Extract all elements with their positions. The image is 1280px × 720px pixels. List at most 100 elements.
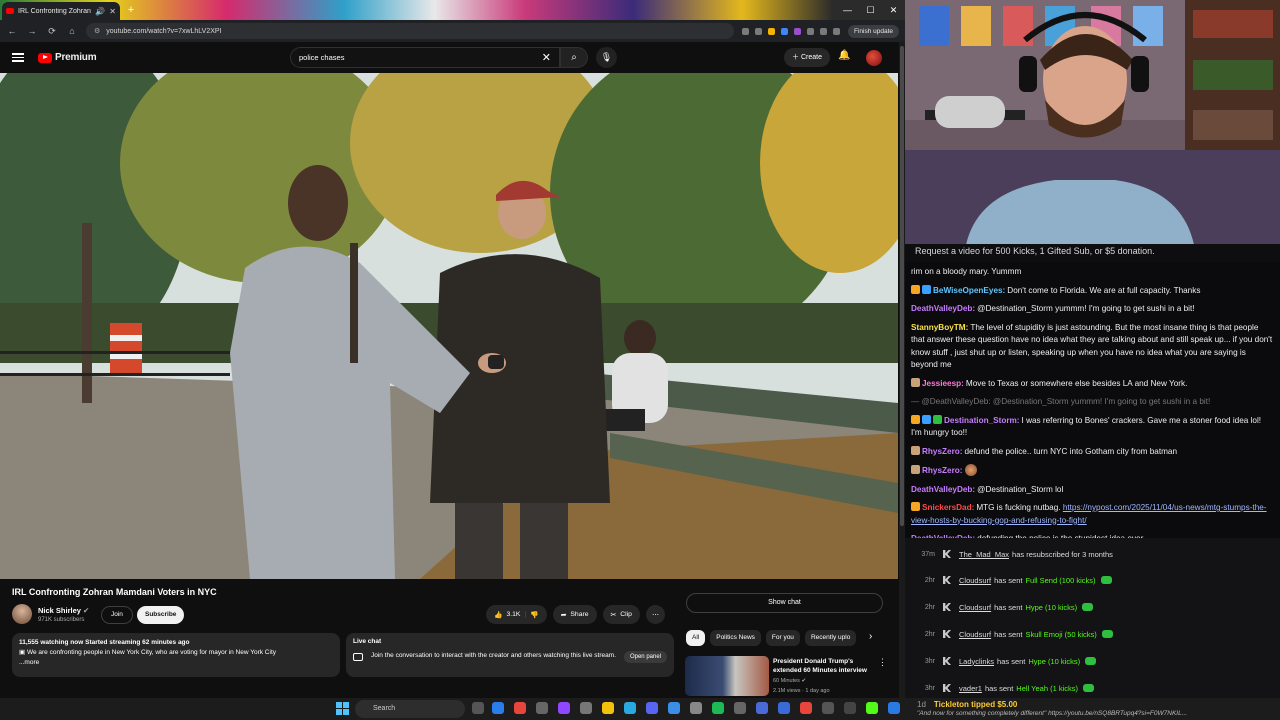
share-button[interactable]: ➦ Share bbox=[552, 605, 597, 624]
close-window-icon[interactable]: ✕ bbox=[882, 0, 905, 20]
feed-user[interactable]: Cloudsurf bbox=[959, 576, 991, 585]
file-explorer-icon[interactable] bbox=[602, 702, 614, 714]
kick-icon[interactable] bbox=[866, 702, 878, 714]
scrollbar-thumb[interactable] bbox=[900, 46, 904, 526]
extension-icon[interactable] bbox=[793, 27, 801, 35]
chip-recently-uploaded[interactable]: Recently uplo bbox=[804, 630, 857, 646]
chip-for-you[interactable]: For you bbox=[765, 630, 800, 646]
tip-label: 1d Tickleton tipped $5.00 bbox=[917, 700, 1017, 709]
description-more[interactable]: ...more bbox=[19, 658, 333, 668]
extension-icon[interactable] bbox=[767, 27, 775, 35]
app-icon[interactable] bbox=[778, 702, 790, 714]
create-button[interactable]: ＋ Create bbox=[784, 48, 830, 67]
chip-all[interactable]: All bbox=[686, 630, 706, 646]
recommended-channel[interactable]: 60 Minutes ✔ bbox=[773, 678, 806, 684]
app-icon[interactable] bbox=[690, 702, 702, 714]
like-button[interactable]: 👍 3.1K | 👎 bbox=[486, 605, 547, 624]
taskbar-search[interactable]: Search bbox=[355, 700, 465, 718]
kicks-gem-icon bbox=[1082, 603, 1094, 611]
youtube-logo[interactable]: Premium bbox=[38, 52, 97, 63]
kick-logo-icon bbox=[943, 630, 951, 638]
tip-message: "And now for something completely differ… bbox=[917, 710, 1188, 717]
back-icon[interactable]: ← bbox=[6, 26, 18, 36]
app-icon[interactable] bbox=[580, 702, 592, 714]
chat-username[interactable]: Destination_Storm: bbox=[944, 416, 1020, 425]
reload-icon[interactable]: ⟳ bbox=[46, 26, 58, 37]
chat-username[interactable]: Jessieesp: bbox=[922, 379, 964, 388]
site-info-icon[interactable]: ⚙ bbox=[94, 27, 100, 35]
discord-icon[interactable] bbox=[646, 702, 658, 714]
recommended-title[interactable]: President Donald Trump's extended 60 Min… bbox=[773, 657, 875, 675]
video-frame bbox=[0, 73, 898, 579]
chat-username[interactable]: DeathValleyDeb: bbox=[911, 304, 975, 313]
chip-politics-news[interactable]: Politics News bbox=[710, 630, 761, 646]
chat-username[interactable]: BeWiseOpenEyes: bbox=[933, 286, 1005, 295]
search-input[interactable]: police chases ✕ bbox=[290, 47, 560, 68]
speaker-icon[interactable]: 🔊 bbox=[95, 7, 105, 16]
show-chat-button[interactable]: Show chat bbox=[686, 593, 883, 613]
chat-username[interactable]: RhysZero: bbox=[922, 466, 963, 475]
subscribe-button[interactable]: Subscribe bbox=[137, 606, 185, 624]
minimize-icon[interactable]: — bbox=[836, 0, 859, 20]
app-icon[interactable] bbox=[668, 702, 680, 714]
profile-icon[interactable] bbox=[832, 27, 840, 35]
feed-user[interactable]: The_Mad_Max bbox=[959, 550, 1009, 559]
chevron-right-icon[interactable]: › bbox=[869, 631, 872, 642]
feed-user[interactable]: Ladyclinks bbox=[959, 657, 994, 666]
chat-username[interactable]: SnickersDad: bbox=[922, 503, 974, 512]
spotify-icon[interactable] bbox=[712, 702, 724, 714]
channel-avatar[interactable] bbox=[12, 604, 32, 624]
clear-search-icon[interactable]: ✕ bbox=[542, 51, 551, 64]
app-icon[interactable] bbox=[756, 702, 768, 714]
cast-icon[interactable] bbox=[741, 27, 749, 35]
notifications-bell-icon[interactable]: 🔔 bbox=[838, 50, 850, 61]
more-actions-icon[interactable]: ⋯ bbox=[645, 605, 665, 624]
twitch-icon[interactable] bbox=[558, 702, 570, 714]
channel-name[interactable]: Nick Shirley ✔ bbox=[38, 606, 89, 615]
recommended-views: 2.1M views · 1 day ago bbox=[773, 688, 830, 694]
microphone-icon[interactable]: 🎙 bbox=[596, 47, 617, 68]
chat-username[interactable]: StannyBoyTM: bbox=[911, 323, 968, 332]
chrome-icon[interactable] bbox=[514, 702, 526, 714]
app-icon[interactable] bbox=[844, 702, 856, 714]
search-icon[interactable]: ⌕ bbox=[560, 47, 588, 68]
app-icon[interactable] bbox=[800, 702, 812, 714]
feed-user[interactable]: Cloudsurf bbox=[959, 630, 991, 639]
feed-user[interactable]: Cloudsurf bbox=[959, 603, 991, 612]
app-icon[interactable] bbox=[734, 702, 746, 714]
chat-username[interactable]: RhysZero: bbox=[922, 447, 963, 456]
join-button[interactable]: Join bbox=[101, 606, 133, 624]
account-avatar[interactable] bbox=[866, 50, 882, 66]
thumbs-down-icon[interactable]: 👎 bbox=[530, 611, 538, 619]
maximize-icon[interactable]: ☐ bbox=[859, 0, 882, 20]
tab-close-icon[interactable]: ✕ bbox=[109, 7, 116, 16]
chat-text: rim on a bloody mary. Yummm bbox=[911, 267, 1022, 276]
home-icon[interactable]: ⌂ bbox=[66, 26, 78, 36]
address-bar[interactable]: ⚙ youtube.com/watch?v=7xwLhLV2XPI bbox=[86, 23, 734, 39]
clip-button[interactable]: ✂ Clip bbox=[602, 605, 640, 624]
finish-update-button[interactable]: Finish update bbox=[847, 24, 899, 38]
sidepanel-icon[interactable] bbox=[819, 27, 827, 35]
app-icon[interactable] bbox=[822, 702, 834, 714]
browser-tab[interactable]: IRL Confronting Zohran Ma 🔊 ✕ bbox=[2, 2, 120, 20]
feed-row: 3hr Ladyclinks has sent Hype (10 kicks) bbox=[905, 651, 1280, 671]
app-icon[interactable] bbox=[536, 702, 548, 714]
menu-icon[interactable] bbox=[12, 53, 24, 62]
windows-start-icon[interactable] bbox=[336, 702, 349, 715]
task-view-icon[interactable] bbox=[472, 702, 484, 714]
recommended-thumbnail[interactable] bbox=[685, 656, 769, 696]
more-vert-icon[interactable]: ⋮ bbox=[878, 657, 887, 668]
steam-icon[interactable] bbox=[624, 702, 636, 714]
app-icon[interactable] bbox=[888, 702, 900, 714]
forward-icon[interactable]: → bbox=[26, 26, 38, 36]
open-panel-button[interactable]: Open panel bbox=[623, 651, 667, 663]
edge-icon[interactable] bbox=[492, 702, 504, 714]
extension-icon[interactable] bbox=[780, 27, 788, 35]
video-description[interactable]: 11,555 watching now Started streaming 62… bbox=[12, 633, 340, 677]
feed-user[interactable]: vader1 bbox=[959, 684, 982, 693]
new-tab-icon[interactable]: + bbox=[125, 4, 137, 16]
bookmark-star-icon[interactable] bbox=[754, 27, 762, 35]
video-player[interactable] bbox=[0, 73, 898, 579]
extensions-puzzle-icon[interactable] bbox=[806, 27, 814, 35]
chat-username[interactable]: DeathValleyDeb: bbox=[911, 485, 975, 494]
